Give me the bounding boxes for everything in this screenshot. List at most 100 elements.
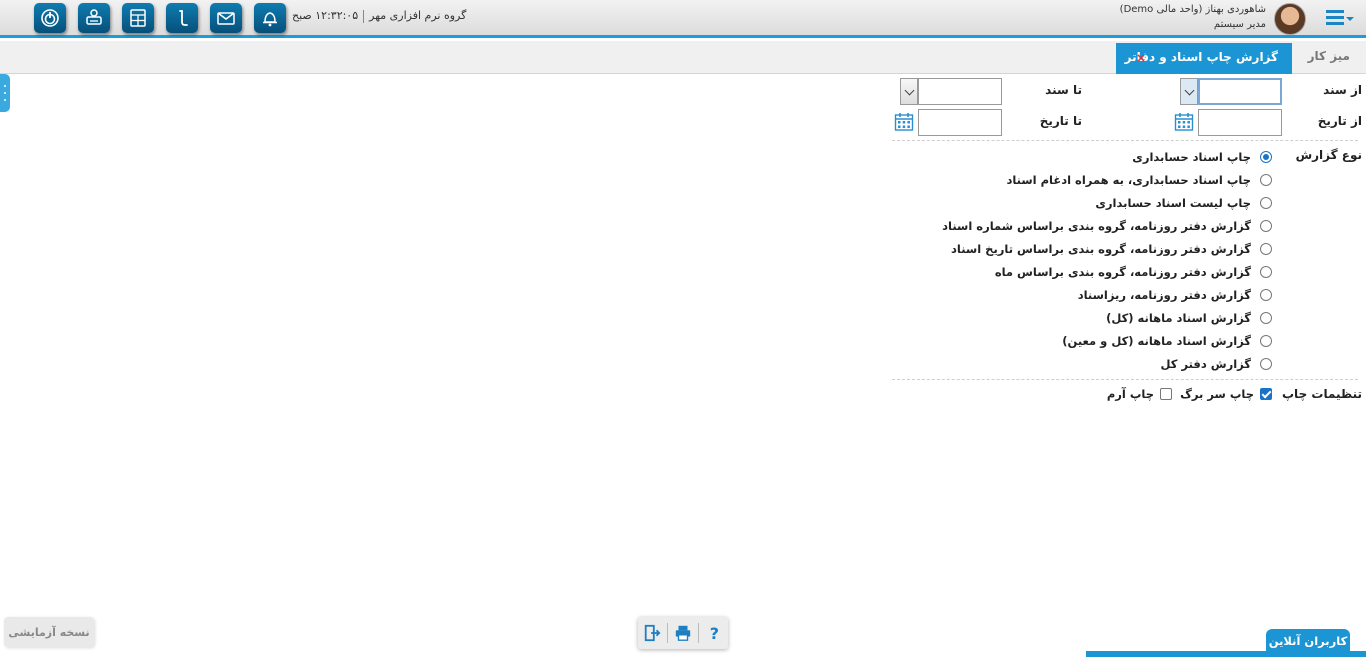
- report-type-label: نوع گزارش: [1295, 148, 1362, 162]
- print-settings-button[interactable]: [78, 3, 110, 33]
- print-logo-checkbox[interactable]: [1160, 388, 1172, 400]
- radio-button[interactable]: [1260, 151, 1272, 163]
- from-doc-label: از سند: [1323, 83, 1362, 97]
- printer-user-icon: [86, 9, 102, 25]
- help-icon: ?: [709, 623, 719, 643]
- report-type-option[interactable]: گزارش دفتر روزنامه، گروه بندی براساس تار…: [951, 240, 1272, 258]
- report-type-option[interactable]: گزارش دفتر روزنامه، ریزاسناد: [1078, 286, 1272, 304]
- exit-button[interactable]: [640, 621, 664, 645]
- option-label: چاپ لیست اسناد حسابداری: [1095, 196, 1251, 210]
- side-panel-handle[interactable]: [0, 74, 10, 112]
- company-and-clock: گروه نرم افزاری مهر ۱۲:۳۲:۰۵ صبح: [292, 9, 466, 23]
- user-name: شاهوردی بهناز (واحد مالی Demo): [1119, 4, 1266, 15]
- to-date-label: تا تاریخ: [1039, 114, 1082, 128]
- trial-version-badge: نسخه آزمایشی: [4, 617, 94, 647]
- online-users-tab[interactable]: کاربران آنلاین: [1266, 629, 1350, 653]
- company-name: گروه نرم افزاری مهر: [369, 9, 467, 22]
- to-doc-label: تا سند: [1045, 83, 1082, 97]
- radio-button[interactable]: [1260, 266, 1272, 278]
- tab-bar: میز کار گزارش چاپ اسناد و دفاتر ×: [0, 41, 1366, 74]
- separator: [698, 623, 700, 643]
- option-label: چاپ اسناد حسابداری: [1132, 150, 1251, 164]
- grip-dot: [4, 99, 6, 101]
- hamburger-icon-line: [1326, 16, 1344, 19]
- avatar[interactable]: [1274, 3, 1306, 35]
- print-settings-label: تنظیمات چاپ: [1282, 387, 1362, 401]
- from-date-input[interactable]: [1198, 109, 1282, 136]
- bottom-toolbar: ?: [638, 617, 728, 649]
- option-label: گزارش اسناد ماهانه (کل و معین): [1062, 334, 1251, 348]
- printer-icon: [675, 625, 691, 641]
- power-icon: [41, 9, 59, 27]
- radio-button[interactable]: [1260, 335, 1272, 347]
- option-label: گزارش دفتر روزنامه، گروه بندی براساس شما…: [942, 219, 1251, 233]
- print-header-checkbox[interactable]: [1260, 388, 1272, 400]
- radio-button[interactable]: [1260, 174, 1272, 186]
- option-label: گزارش دفتر کل: [1160, 357, 1251, 371]
- report-type-option[interactable]: گزارش دفتر روزنامه، گروه بندی براساس شما…: [942, 217, 1272, 235]
- to-doc-input[interactable]: [918, 78, 1002, 105]
- print-button[interactable]: [671, 621, 695, 645]
- radio-button[interactable]: [1260, 220, 1272, 232]
- option-label: گزارش اسناد ماهانه (کل): [1106, 311, 1251, 325]
- report-type-option[interactable]: گزارش دفتر کل: [1160, 355, 1272, 373]
- to-date-input[interactable]: [918, 109, 1002, 136]
- divider: [892, 379, 1358, 380]
- print-logo-option[interactable]: چاپ آرم: [1107, 387, 1172, 401]
- clock: ۱۲:۳۲:۰۵ صبح: [292, 9, 359, 22]
- app-window: گروه نرم افزاری مهر ۱۲:۳۲:۰۵ صبح شاهوردی …: [0, 0, 1366, 657]
- notifications-button[interactable]: [254, 3, 286, 33]
- help-button[interactable]: ?: [702, 621, 726, 645]
- report-type-option[interactable]: گزارش اسناد ماهانه (کل): [1106, 309, 1272, 327]
- calculator-button[interactable]: [122, 3, 154, 33]
- hamburger-icon: [1326, 10, 1344, 13]
- grip-dot: [4, 92, 6, 94]
- option-label: گزارش دفتر روزنامه، ریزاسناد: [1077, 288, 1251, 302]
- to-doc-dropdown[interactable]: [900, 78, 918, 105]
- bell-icon: [263, 12, 277, 27]
- phone-icon: [179, 10, 188, 26]
- report-type-option[interactable]: گزارش دفتر روزنامه، گروه بندی براساس ماه: [995, 263, 1272, 281]
- option-label: گزارش دفتر روزنامه، گروه بندی براساس ماه: [994, 265, 1251, 279]
- top-bar: گروه نرم افزاری مهر ۱۲:۳۲:۰۵ صبح شاهوردی …: [0, 0, 1366, 38]
- mail-button[interactable]: [210, 3, 242, 33]
- radio-button[interactable]: [1260, 243, 1272, 255]
- print-header-label: چاپ سر برگ: [1180, 387, 1254, 401]
- calendar-icon[interactable]: [894, 112, 914, 132]
- user-info: شاهوردی بهناز (واحد مالی Demo) مدیر سیست…: [1120, 2, 1266, 32]
- exit-icon: [644, 624, 661, 642]
- radio-button[interactable]: [1260, 312, 1272, 324]
- power-button[interactable]: [34, 3, 66, 33]
- from-doc-input[interactable]: [1198, 78, 1282, 105]
- hamburger-icon-line: [1326, 22, 1344, 25]
- phone-button[interactable]: [166, 3, 198, 33]
- from-doc-dropdown[interactable]: [1180, 78, 1198, 105]
- from-date-label: از تاریخ: [1317, 114, 1362, 128]
- report-type-option[interactable]: چاپ اسناد حسابداری، به همراه ادغام اسناد: [1006, 171, 1272, 189]
- separator: [666, 623, 668, 643]
- radio-button[interactable]: [1260, 289, 1272, 301]
- report-type-option[interactable]: چاپ اسناد حسابداری: [1132, 148, 1272, 166]
- calculator-icon: [130, 9, 146, 27]
- chevron-down-icon: [1346, 17, 1354, 21]
- tab-label: گزارش چاپ اسناد و دفاتر: [1124, 50, 1278, 64]
- online-users-bar: [1086, 651, 1366, 657]
- radio-button[interactable]: [1260, 358, 1272, 370]
- option-label: چاپ اسناد حسابداری، به همراه ادغام اسناد: [1006, 173, 1251, 187]
- close-icon[interactable]: ×: [1136, 51, 1146, 65]
- print-header-option[interactable]: چاپ سر برگ: [1180, 387, 1272, 401]
- mail-icon: [217, 12, 235, 25]
- print-logo-label: چاپ آرم: [1106, 387, 1154, 401]
- report-type-option[interactable]: چاپ لیست اسناد حسابداری: [1095, 194, 1272, 212]
- calendar-icon[interactable]: [1174, 112, 1194, 132]
- user-role: مدیر سیستم: [1213, 19, 1266, 30]
- main-menu-button[interactable]: [1326, 10, 1354, 28]
- report-form: از سند تا سند از تاریخ تا تاریخ نوع گزار…: [892, 74, 1362, 434]
- radio-button[interactable]: [1260, 197, 1272, 209]
- tab-print-documents-report[interactable]: گزارش چاپ اسناد و دفاتر ×: [1116, 43, 1292, 74]
- grip-dot: [4, 85, 6, 87]
- report-type-option[interactable]: گزارش اسناد ماهانه (کل و معین): [1062, 332, 1272, 350]
- separator: [363, 9, 365, 23]
- divider: [892, 140, 1358, 141]
- tab-desk[interactable]: میز کار: [1308, 49, 1350, 63]
